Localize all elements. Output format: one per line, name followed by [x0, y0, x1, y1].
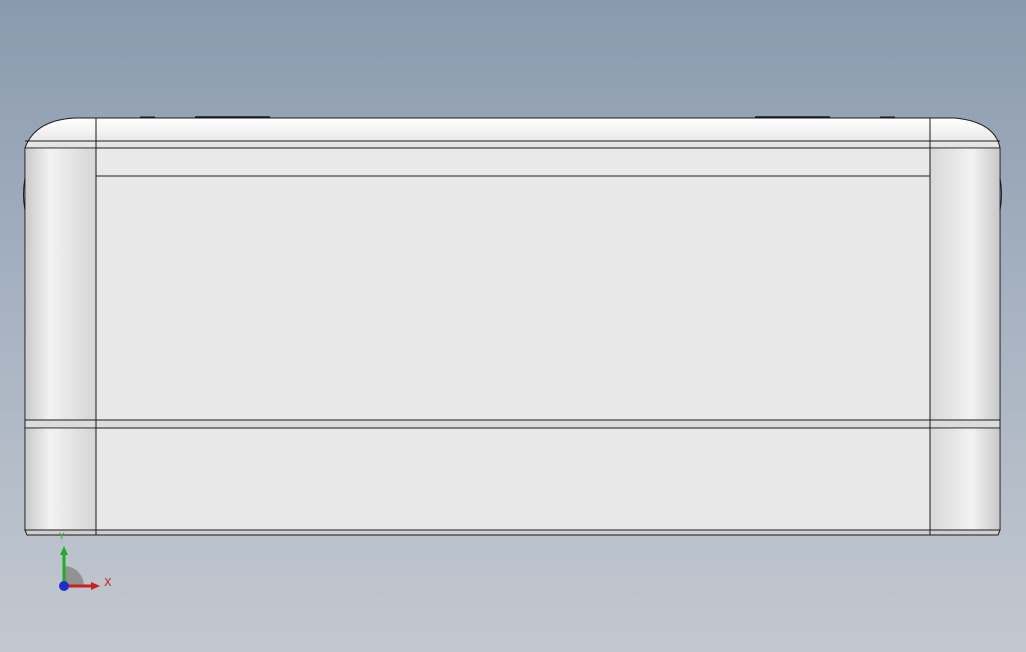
lid-top-edge: [24, 117, 1001, 149]
lid-band: [24, 147, 1001, 177]
enclosure-front-view[interactable]: [0, 0, 1026, 652]
base-bottom-edge: [24, 529, 1001, 536]
z-axis-dot-icon: [59, 581, 69, 591]
lower-body-face: [24, 427, 1001, 531]
upper-body-face: [24, 175, 1001, 421]
x-axis-label: X: [104, 576, 112, 589]
parting-line: [24, 419, 1001, 429]
reference-triad: X Y: [50, 530, 120, 600]
graphics-viewport[interactable]: X Y: [0, 0, 1026, 652]
x-axis-arrow-icon: [91, 582, 100, 590]
y-axis-label: Y: [59, 532, 65, 542]
y-axis-arrow-icon: [60, 546, 68, 555]
